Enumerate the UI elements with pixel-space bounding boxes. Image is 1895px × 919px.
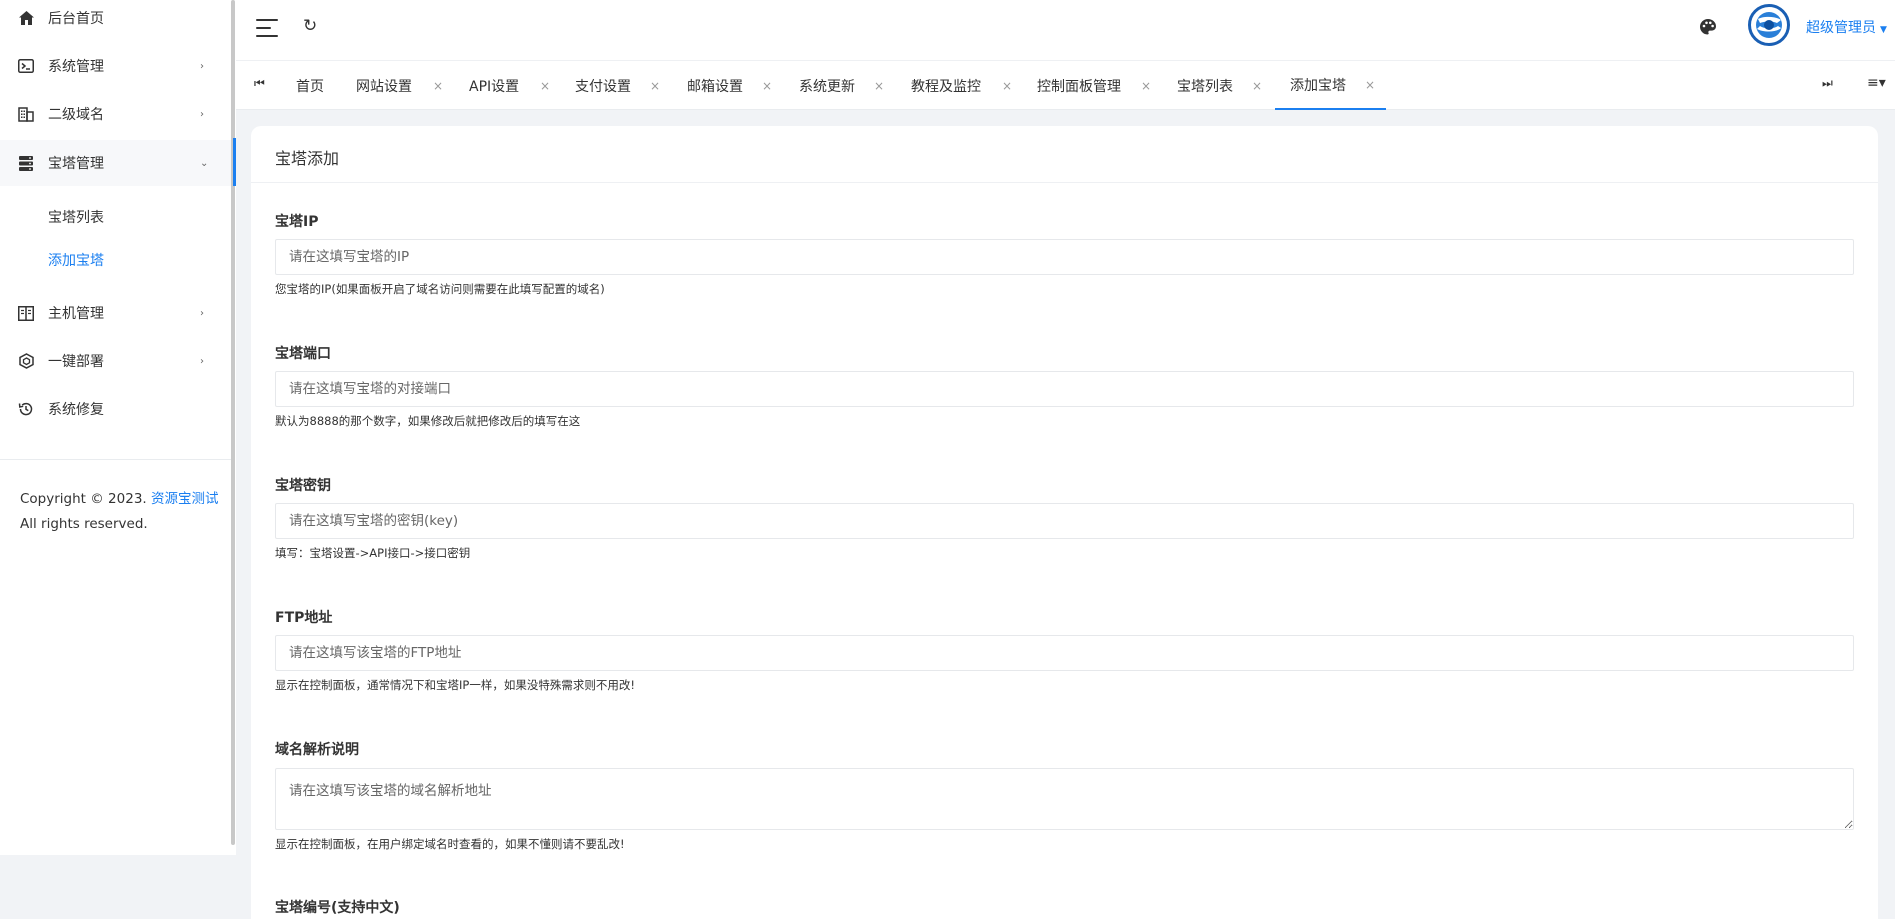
tab-scroll-first-icon[interactable]: ⏮ [254,76,265,91]
tab-bar: ⏮ 首页 网站设置 × API设置 × 支付设置 × 邮箱设置 × 系统更新 ×… [236,60,1895,110]
ftp-address-input[interactable] [275,635,1854,671]
terminal-icon [18,58,34,74]
tab-label: 支付设置 [575,78,631,95]
dns-note-label: 域名解析说明 [275,742,359,758]
sidebar-divider [0,459,231,460]
sidebar-subitem-add-bt[interactable]: 添加宝塔 [48,250,104,270]
sidebar-subitem-bt-list[interactable]: 宝塔列表 [48,207,104,227]
tab-label: 宝塔列表 [1177,78,1233,95]
sidebar-item-label: 宝塔管理 [48,156,104,172]
copyright-text: Copyright © 2023. [20,491,151,507]
copyright-link[interactable]: 资源宝测试 [151,491,219,507]
close-icon[interactable]: × [433,79,443,93]
card-divider [251,182,1878,183]
ftp-address-help: 显示在控制面板，通常情况下和宝塔IP一样，如果没特殊需求则不用改! [275,678,635,692]
ftp-address-label: FTP地址 [275,610,333,626]
top-header: ↻ 超级管理员 ▼ [236,0,1895,60]
bt-key-label: 宝塔密钥 [275,478,331,494]
building-icon [18,106,34,122]
close-icon[interactable]: × [1365,78,1375,92]
user-name: 超级管理员 [1806,20,1876,36]
tab-tutorial-monitor[interactable]: 教程及监控 × [911,61,1012,110]
close-icon[interactable]: × [762,79,772,93]
tab-label: API设置 [469,78,520,95]
bt-ip-input[interactable] [275,239,1854,275]
tab-label: 控制面板管理 [1037,78,1121,95]
close-icon[interactable]: × [650,79,660,93]
bt-port-label: 宝塔端口 [275,346,331,362]
sidebar-item-label: 后台首页 [48,11,104,27]
chevron-right-icon: › [200,108,204,120]
form-card: 宝塔添加 宝塔IP 您宝塔的IP(如果面板开启了域名访问则需要在此填写配置的域名… [251,126,1878,919]
tab-scroll-last-icon[interactable]: ⏭ [1822,76,1833,91]
close-icon[interactable]: × [540,79,550,93]
sidebar-item-repair[interactable]: 系统修复 [0,387,231,431]
tab-label: 系统更新 [799,78,855,95]
refresh-icon[interactable]: ↻ [303,16,317,36]
copyright-rights: All rights reserved. [20,516,148,532]
sidebar-item-bt-management[interactable]: 宝塔管理 ⌄ [0,140,231,186]
tab-panel-management[interactable]: 控制面板管理 × [1037,61,1151,110]
close-icon[interactable]: × [1252,79,1262,93]
tab-mail-settings[interactable]: 邮箱设置 × [687,61,772,110]
palette-icon[interactable] [1698,17,1718,37]
home-icon [18,10,34,26]
tab-bt-list[interactable]: 宝塔列表 × [1177,61,1262,110]
sidebar-item-label: 一键部署 [48,354,104,370]
tab-label: 教程及监控 [911,78,981,95]
close-icon[interactable]: × [1002,79,1012,93]
bt-port-input[interactable] [275,371,1854,407]
chevron-right-icon: › [200,60,204,72]
sidebar-item-host[interactable]: 主机管理 › [0,291,231,335]
history-icon [18,401,34,417]
tab-payment-settings[interactable]: 支付设置 × [575,61,660,110]
chevron-right-icon: › [200,307,204,319]
tab-label: 邮箱设置 [687,78,743,95]
dns-note-help: 显示在控制面板，在用户绑定域名时查看的，如果不懂则请不要乱改! [275,837,625,851]
chevron-down-icon: ⌄ [200,157,209,169]
tab-api-settings[interactable]: API设置 × [469,61,550,110]
bt-key-help: 填写：宝塔设置->API接口->接口密钥 [275,546,471,560]
columns-icon [18,305,34,321]
user-menu[interactable]: 超级管理员 ▼ [1806,17,1887,37]
sidebar-scrollbar[interactable] [231,0,235,845]
tab-label: 首页 [296,78,324,95]
sidebar-item-dashboard[interactable]: 后台首页 [0,0,231,40]
bt-number-label: 宝塔编号(支持中文) [275,900,400,916]
dns-note-textarea[interactable] [275,768,1854,830]
sidebar-item-deploy[interactable]: 一键部署 › [0,339,231,383]
close-icon[interactable]: × [874,79,884,93]
copyright: Copyright © 2023. 资源宝测试 All rights reser… [20,487,219,537]
sidebar-item-label: 系统修复 [48,402,104,418]
tab-home[interactable]: 首页 [296,61,324,110]
tab-label: 添加宝塔 [1290,77,1346,94]
menu-toggle-icon[interactable] [256,19,278,37]
bt-ip-help: 您宝塔的IP(如果面板开启了域名访问则需要在此填写配置的域名) [275,282,605,296]
caret-down-icon: ▼ [1880,25,1887,35]
sidebar-active-indicator [233,138,236,186]
bt-port-help: 默认为8888的那个数字，如果修改后就把修改后的填写在这 [275,414,581,428]
tab-menu-icon[interactable]: ≡▾ [1867,75,1886,91]
server-icon [18,155,34,171]
tab-system-update[interactable]: 系统更新 × [799,61,884,110]
tab-site-settings[interactable]: 网站设置 × [356,61,443,110]
sidebar-item-label: 系统管理 [48,59,104,75]
sidebar-item-label: 二级域名 [48,107,104,123]
sidebar-item-label: 主机管理 [48,306,104,322]
page-title: 宝塔添加 [275,149,340,168]
avatar[interactable] [1748,4,1790,46]
bt-key-input[interactable] [275,503,1854,539]
tab-add-bt[interactable]: 添加宝塔 × [1275,61,1386,110]
sidebar-item-subdomain[interactable]: 二级域名 › [0,92,231,136]
sidebar: 后台首页 系统管理 › 二级域名 › 宝塔管理 ⌄ 宝塔列表 添加宝塔 主机管理… [0,0,236,855]
chevron-right-icon: › [200,355,204,367]
hexagon-icon [18,353,34,369]
bt-ip-label: 宝塔IP [275,214,319,230]
close-icon[interactable]: × [1141,79,1151,93]
tab-label: 网站设置 [356,78,412,95]
sidebar-item-system[interactable]: 系统管理 › [0,44,231,88]
